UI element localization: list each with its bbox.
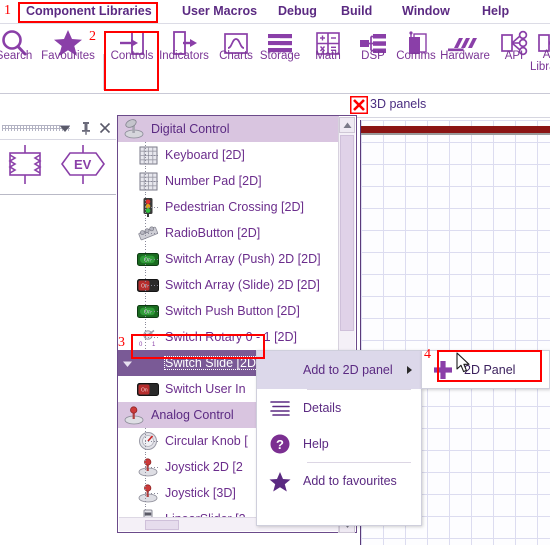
switch-red-icon bbox=[136, 352, 160, 374]
help-icon: ? bbox=[267, 432, 293, 456]
context-menu-item-details[interactable]: Details bbox=[257, 390, 421, 426]
ribbon-label-api-libraries[interactable]: API Libraries bbox=[524, 49, 550, 73]
tree-item-switch-rotary[interactable]: 0 1 Switch Rotary 0 - 1 [2D] bbox=[118, 324, 339, 350]
tree-item-label: Joystick [3D] bbox=[165, 485, 236, 500]
tree-item-label: Switch Rotary 0 - 1 [2D] bbox=[165, 329, 297, 344]
details-icon bbox=[267, 396, 293, 420]
context-menu-item-help[interactable]: ? Help bbox=[257, 426, 421, 462]
left-dock-panel: EV bbox=[0, 95, 116, 195]
context-menu-label: Details bbox=[303, 401, 342, 415]
menu-item-user-macros[interactable]: User Macros bbox=[178, 2, 261, 20]
svg-text:0: 0 bbox=[139, 342, 143, 347]
menu-item-help[interactable]: Help bbox=[478, 2, 513, 20]
context-menu-label: Add to 2D panel bbox=[303, 363, 393, 377]
menu-item-debug[interactable]: Debug bbox=[274, 2, 321, 20]
tree-item-label: Pedestrian Crossing [2D] bbox=[165, 199, 304, 214]
tree-item-radiobutton[interactable]: RadioButton [2D] bbox=[118, 220, 339, 246]
switch-red-icon: On bbox=[136, 378, 160, 400]
application-window: Component Libraries User Macros Debug Bu… bbox=[0, 0, 550, 545]
menu-item-build[interactable]: Build bbox=[337, 2, 376, 20]
tree-item-label: Switch Array (Slide) 2D [2D] bbox=[165, 277, 320, 292]
tree-item-label: Switch User In bbox=[165, 381, 246, 396]
close-icon[interactable] bbox=[99, 121, 111, 139]
scrollbar-thumb-horizontal[interactable] bbox=[145, 520, 179, 530]
context-menu-item-add-to-2d-panel[interactable]: Add to 2D panel bbox=[257, 351, 421, 389]
scrollbar-thumb[interactable] bbox=[340, 135, 354, 331]
menu-bar: Component Libraries User Macros Debug Bu… bbox=[0, 0, 550, 24]
menu-item-window[interactable]: Window bbox=[398, 2, 454, 20]
tree-item-label: Number Pad [2D] bbox=[165, 173, 262, 188]
tree-item-label: Switch Array (Push) 2D [2D] bbox=[165, 251, 321, 266]
tree-group-label: Digital Control bbox=[151, 121, 230, 136]
ribbon-label-hardware[interactable]: Hardware bbox=[437, 50, 493, 62]
ribbon-label-indicators[interactable]: Indicators bbox=[156, 50, 212, 62]
tree-item-switch-array-slide[interactable]: On Switch Array (Slide) 2D [2D] bbox=[118, 272, 339, 298]
svg-text:1: 1 bbox=[152, 342, 156, 347]
ribbon-label-controls[interactable]: Controls bbox=[104, 50, 160, 62]
component-symbols: EV bbox=[0, 143, 116, 189]
context-menu: Add to 2D panel Details ? Help Add to fa… bbox=[256, 350, 422, 526]
svg-text:On: On bbox=[141, 387, 148, 393]
submenu-arrow-icon bbox=[407, 366, 412, 374]
menu-item-component-libraries[interactable]: Component Libraries bbox=[22, 2, 156, 20]
collapse-expander-icon[interactable] bbox=[121, 357, 134, 370]
context-menu-label: Add to favourites bbox=[303, 474, 397, 488]
joystick-grey-icon bbox=[122, 118, 146, 140]
tree-group-label: Analog Control bbox=[151, 407, 234, 422]
tree-item-number-pad[interactable]: Number Pad [2D] bbox=[118, 168, 339, 194]
tree-item-label: Switch Slide [2D] bbox=[163, 355, 261, 371]
pin-icon[interactable] bbox=[80, 121, 92, 140]
submenu-label: 2D Panel bbox=[464, 362, 516, 377]
canvas-title-bar bbox=[361, 126, 550, 133]
ribbon-label-favourites[interactable]: Favourites bbox=[40, 50, 96, 62]
ribbon-toolbar: Search Favourites Controls In bbox=[0, 24, 550, 94]
tree-item-switch-push-button[interactable]: On Switch Push Button [2D] bbox=[118, 298, 339, 324]
submenu-add-to-2d-panel: 2D Panel bbox=[421, 350, 550, 389]
canvas-title-bar-shadow bbox=[361, 133, 550, 135]
context-menu-label: Help bbox=[303, 437, 329, 451]
joystick-red-icon bbox=[122, 404, 146, 426]
star-icon bbox=[267, 469, 293, 493]
tree-item-keyboard[interactable]: Keyboard [2D] bbox=[118, 142, 339, 168]
tree-item-label: Joystick 2D [2 bbox=[165, 459, 243, 474]
chevron-down-icon[interactable] bbox=[58, 121, 72, 139]
tree-group-digital-control[interactable]: Digital Control bbox=[118, 116, 339, 142]
scroll-up-arrow-icon[interactable] bbox=[339, 117, 355, 133]
context-menu-item-add-to-favourites[interactable]: Add to favourites bbox=[257, 463, 421, 499]
tree-item-pedestrian-crossing[interactable]: Pedestrian Crossing [2D] bbox=[118, 194, 339, 220]
plus-icon bbox=[430, 358, 456, 382]
tree-item-label: Switch Push Button [2D] bbox=[165, 303, 300, 318]
ribbon-label-comms[interactable]: Comms bbox=[388, 50, 444, 62]
document-tab-label[interactable]: 3D panels bbox=[370, 97, 426, 111]
tree-item-label: Circular Knob [ bbox=[165, 433, 248, 448]
submenu-item-2d-panel[interactable]: 2D Panel bbox=[422, 351, 549, 388]
ribbon-label-search[interactable]: Search bbox=[0, 50, 42, 62]
tree-item-label: RadioButton [2D] bbox=[165, 225, 261, 240]
tree-item-label: Keyboard [2D] bbox=[165, 147, 245, 162]
tree-item-switch-array-push[interactable]: On Switch Array (Push) 2D [2D] bbox=[118, 246, 339, 272]
svg-text:EV: EV bbox=[74, 157, 92, 172]
svg-text:?: ? bbox=[276, 437, 284, 452]
